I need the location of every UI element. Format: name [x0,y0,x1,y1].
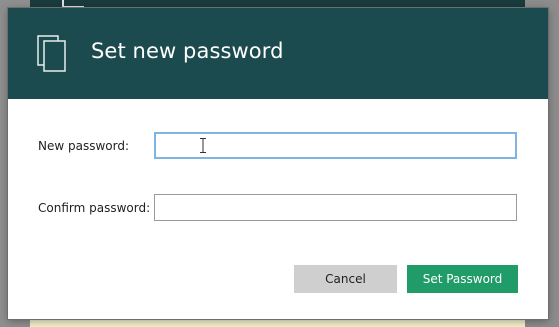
text-cursor-icon [200,138,206,153]
confirm-password-input[interactable] [154,194,517,221]
new-password-label: New password: [38,139,130,153]
dialog-title: Set new password [91,39,284,63]
set-password-dialog: Set new password New password: Confirm p… [8,8,548,319]
confirm-password-label: Confirm password: [38,201,151,215]
dialog-header: Set new password [8,8,548,99]
background-document-icon [62,0,84,8]
cancel-button[interactable]: Cancel [294,265,397,293]
background-notice-strip [30,318,525,327]
documents-icon [37,35,66,72]
new-password-input[interactable] [154,132,517,159]
set-password-button[interactable]: Set Password [407,265,518,293]
